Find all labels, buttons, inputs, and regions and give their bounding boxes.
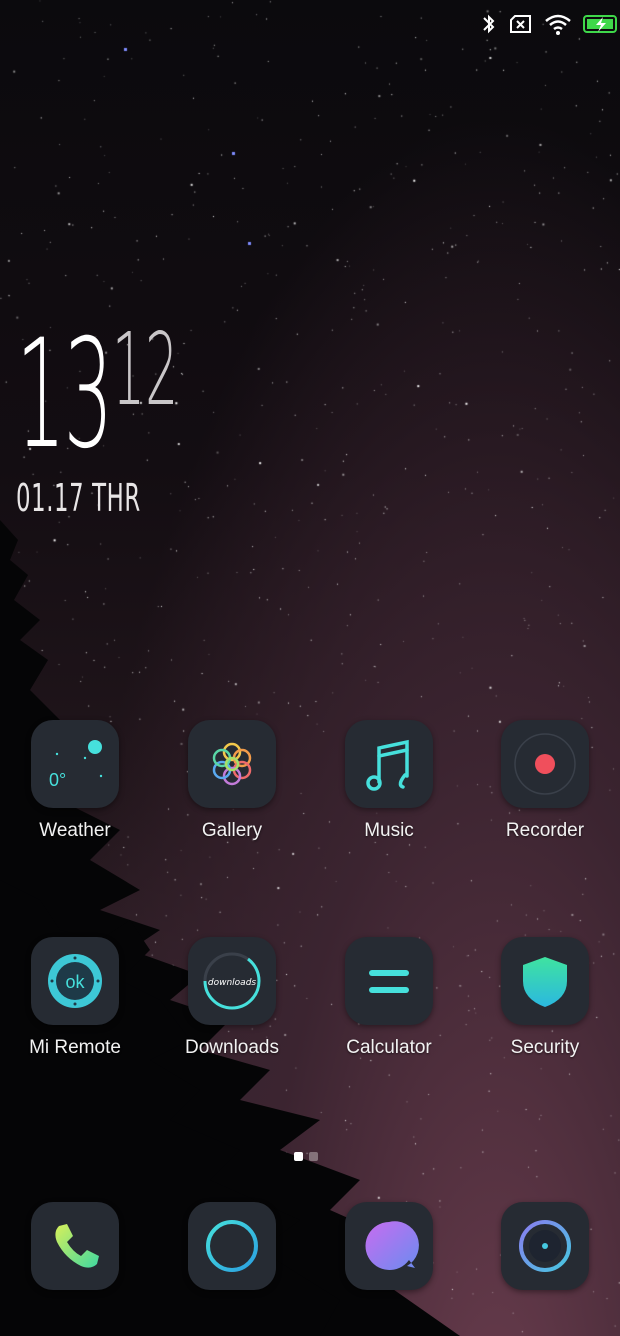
phone-icon <box>31 1202 119 1290</box>
weather-icon: 0° <box>31 720 119 808</box>
messages-icon <box>345 1202 433 1290</box>
app-mi-remote[interactable]: ok Mi Remote <box>10 937 140 1059</box>
app-label: Security <box>510 1037 580 1058</box>
status-bar <box>480 10 620 38</box>
security-icon <box>501 937 589 1025</box>
calculator-icon <box>345 937 433 1025</box>
dock-phone[interactable] <box>10 1202 140 1290</box>
app-security[interactable]: Security <box>480 937 610 1059</box>
recorder-icon <box>501 720 589 808</box>
page-indicator[interactable] <box>294 1152 318 1161</box>
app-weather[interactable]: 0° Weather <box>10 720 140 842</box>
app-label: Weather <box>39 820 111 841</box>
page-dot[interactable] <box>309 1152 318 1161</box>
downloads-icon-text: downloads <box>208 978 257 988</box>
app-label: Gallery <box>201 820 263 841</box>
app-downloads[interactable]: downloads Downloads <box>167 937 297 1059</box>
app-music[interactable]: Music <box>324 720 454 842</box>
bluetooth-icon <box>483 14 495 34</box>
tree-silhouette-wallpaper <box>0 520 460 1336</box>
app-label: Recorder <box>505 820 585 841</box>
app-recorder[interactable]: Recorder <box>480 720 610 842</box>
app-gallery[interactable]: Gallery <box>167 720 297 842</box>
clock-date: 01.17 THR <box>16 476 141 520</box>
remote-icon: ok <box>31 937 119 1025</box>
app-label: Music <box>364 820 414 841</box>
app-label: Downloads <box>185 1037 279 1058</box>
page-dot-current[interactable] <box>294 1152 303 1161</box>
camera-icon <box>501 1202 589 1290</box>
dock-messages[interactable] <box>324 1202 454 1290</box>
weather-temp-text: 0° <box>49 770 66 790</box>
clock-widget[interactable]: 13 12 01.17 THR <box>16 308 224 521</box>
gallery-icon <box>188 720 276 808</box>
remote-ok-text: ok <box>65 972 85 992</box>
wifi-icon <box>545 14 571 35</box>
downloads-icon: downloads <box>188 937 276 1025</box>
app-calculator[interactable]: Calculator <box>324 937 454 1059</box>
dock-camera[interactable] <box>480 1202 610 1290</box>
battery-charging-icon <box>583 15 617 33</box>
browser-icon <box>188 1202 276 1290</box>
music-icon <box>345 720 433 808</box>
app-label: Calculator <box>346 1037 432 1058</box>
no-sim-icon <box>510 15 531 33</box>
clock-minutes: 12 <box>112 311 179 428</box>
app-label: Mi Remote <box>29 1037 121 1058</box>
dock-browser[interactable] <box>167 1202 297 1290</box>
clock-hours: 13 <box>16 308 113 482</box>
